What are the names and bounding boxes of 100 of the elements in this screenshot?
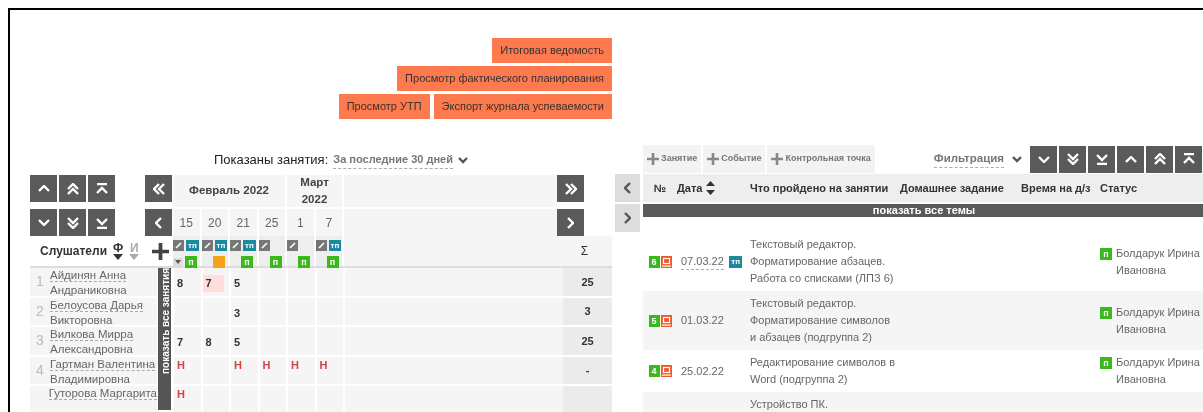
- students-label: Слушатели: [40, 243, 108, 260]
- practice-badge: п: [298, 256, 310, 268]
- chevron-down-icon: [1037, 155, 1050, 163]
- previous-button[interactable]: [145, 209, 172, 236]
- double-chevron-right-icon: [564, 182, 577, 195]
- chevron-up-icon: [37, 185, 50, 192]
- scroll-bottom-button[interactable]: [88, 209, 115, 236]
- grade-value: 8: [204, 335, 213, 350]
- day-number: 21: [230, 209, 259, 236]
- plus-icon: [771, 153, 784, 165]
- teacher-name: Болдарук Ирина Ивановна: [1116, 245, 1201, 278]
- lesson-type-badge: тп: [243, 239, 256, 251]
- day-number: 25: [258, 209, 287, 236]
- scroll-bottom-icon: [1095, 153, 1108, 165]
- scroll-top-icon: [1182, 153, 1195, 165]
- scroll-top-button[interactable]: [1175, 145, 1202, 173]
- column-header[interactable]: Дата: [677, 179, 750, 197]
- row-number: 3: [35, 331, 45, 351]
- next-month-button[interactable]: [557, 175, 584, 202]
- caret-icon: [458, 156, 468, 164]
- action-button[interactable]: Просмотр УТП: [338, 94, 430, 119]
- practice-badge: п: [241, 256, 253, 268]
- lesson-type-badge: тп: [729, 255, 742, 268]
- scroll-up-button[interactable]: [30, 175, 57, 202]
- absence-mark: Н: [176, 387, 186, 402]
- previous-month-button[interactable]: [145, 175, 172, 202]
- column-header: Что пройдено на занятии: [750, 180, 890, 196]
- caret-icon: [1012, 155, 1022, 163]
- sort-toggle[interactable]: Ф: [113, 242, 124, 260]
- grade-value: 8: [176, 276, 185, 291]
- student-patronymic: Александровна: [50, 343, 133, 355]
- day-number: 7: [315, 209, 344, 236]
- lesson-topic: Текстовый редактор. Форматирование абзацев. Работа со списками (ЛПЗ 6): [750, 237, 895, 286]
- add-button[interactable]: Занятие: [643, 145, 702, 173]
- filter-link[interactable]: Фильтрация: [933, 149, 1004, 169]
- column-header: Время на д/з: [1021, 180, 1092, 196]
- column-header: Домашнее задание: [900, 180, 1005, 196]
- student-name-link[interactable]: Айдинян Анна: [50, 269, 127, 282]
- double-chevron-down-icon: [1066, 153, 1079, 165]
- lesson-date: 01.03.22: [681, 313, 724, 329]
- practice-badge: п: [326, 256, 339, 268]
- chevron-up-icon: [1124, 155, 1137, 163]
- chevron-left-icon: [624, 182, 631, 194]
- scroll-bottom-button[interactable]: [1088, 145, 1115, 173]
- chevron-down-icon: [37, 219, 50, 226]
- double-chevron-left-icon: [152, 182, 165, 195]
- sum-label: Σ: [580, 243, 589, 260]
- action-button[interactable]: Итоговая ведомость: [492, 38, 612, 63]
- day-number: 15: [173, 209, 202, 236]
- lesson-type-badge: тп: [214, 239, 228, 251]
- scroll-up-button[interactable]: [1117, 145, 1144, 173]
- lesson-icon: [660, 255, 672, 268]
- sort-icon: [706, 181, 716, 195]
- add-button[interactable]: Событие: [703, 145, 766, 173]
- period-filter-link[interactable]: За последние 30 дней: [333, 151, 453, 169]
- row-number: 2: [35, 301, 45, 321]
- student-name-link[interactable]: Гартман Валентина: [50, 357, 156, 371]
- previous-button[interactable]: [615, 174, 640, 202]
- total-cell: 25: [563, 327, 612, 355]
- lesson-topic: Устройство ПК.: [750, 397, 829, 412]
- next-button[interactable]: [615, 204, 640, 232]
- plus-icon: [152, 243, 169, 261]
- add-button[interactable]: Контрольная точка: [767, 145, 875, 173]
- action-button[interactable]: Просмотр фактического планирования: [397, 66, 612, 91]
- lesson-topic: Редактирование символов в Word (подгруппа 2): [750, 355, 897, 387]
- page-up-button[interactable]: [1146, 145, 1173, 173]
- scroll-down-button[interactable]: [30, 209, 57, 236]
- grade-value: 5: [233, 276, 242, 291]
- scroll-down-button[interactable]: [1030, 145, 1057, 173]
- double-chevron-up-icon: [1153, 153, 1166, 165]
- page-up-button[interactable]: [59, 175, 86, 202]
- practice-badge: п: [185, 256, 197, 268]
- student-patronymic: Андраниковна: [50, 284, 127, 296]
- student-patronymic: Владимировна: [50, 372, 130, 385]
- action-button[interactable]: Экспорт журнала успеваемости: [433, 94, 612, 119]
- page-down-button[interactable]: [59, 209, 86, 236]
- column-header: №: [652, 180, 668, 196]
- student-name-link[interactable]: Вилкова Мирра: [50, 328, 134, 341]
- chevron-left-icon: [155, 216, 162, 229]
- student-patronymic: Викторовна: [50, 313, 113, 326]
- show-all-lessons-bar[interactable]: показать все занятия: [158, 268, 171, 410]
- plus-icon: [647, 153, 659, 165]
- grade-value: 5: [233, 335, 242, 350]
- lesson-topic: Текстовый редактор. Форматирование символов и абзацев (подгруппа 2): [750, 296, 891, 345]
- grade-value: 7: [176, 335, 185, 350]
- next-button[interactable]: [557, 209, 584, 236]
- date-link[interactable]: 07.03.22: [681, 252, 724, 271]
- page-down-button[interactable]: [1059, 145, 1086, 173]
- lesson-date: 25.02.22: [681, 363, 724, 379]
- show-all-topics-bar[interactable]: показать все темы: [643, 204, 1203, 217]
- month-header: Февраль 2022: [173, 175, 287, 207]
- grade-value: 7: [202, 275, 224, 292]
- scroll-top-button[interactable]: [88, 175, 115, 202]
- student-name-link[interactable]: Белоусова Дарья: [50, 298, 143, 312]
- lesson-number-badge: 6: [648, 255, 660, 268]
- scroll-top-icon: [95, 182, 108, 195]
- absence-mark: Н: [261, 357, 272, 373]
- grade-value: 3: [233, 305, 242, 321]
- dropdown-icon[interactable]: [173, 258, 183, 266]
- lesson-number-badge: 4: [648, 365, 660, 377]
